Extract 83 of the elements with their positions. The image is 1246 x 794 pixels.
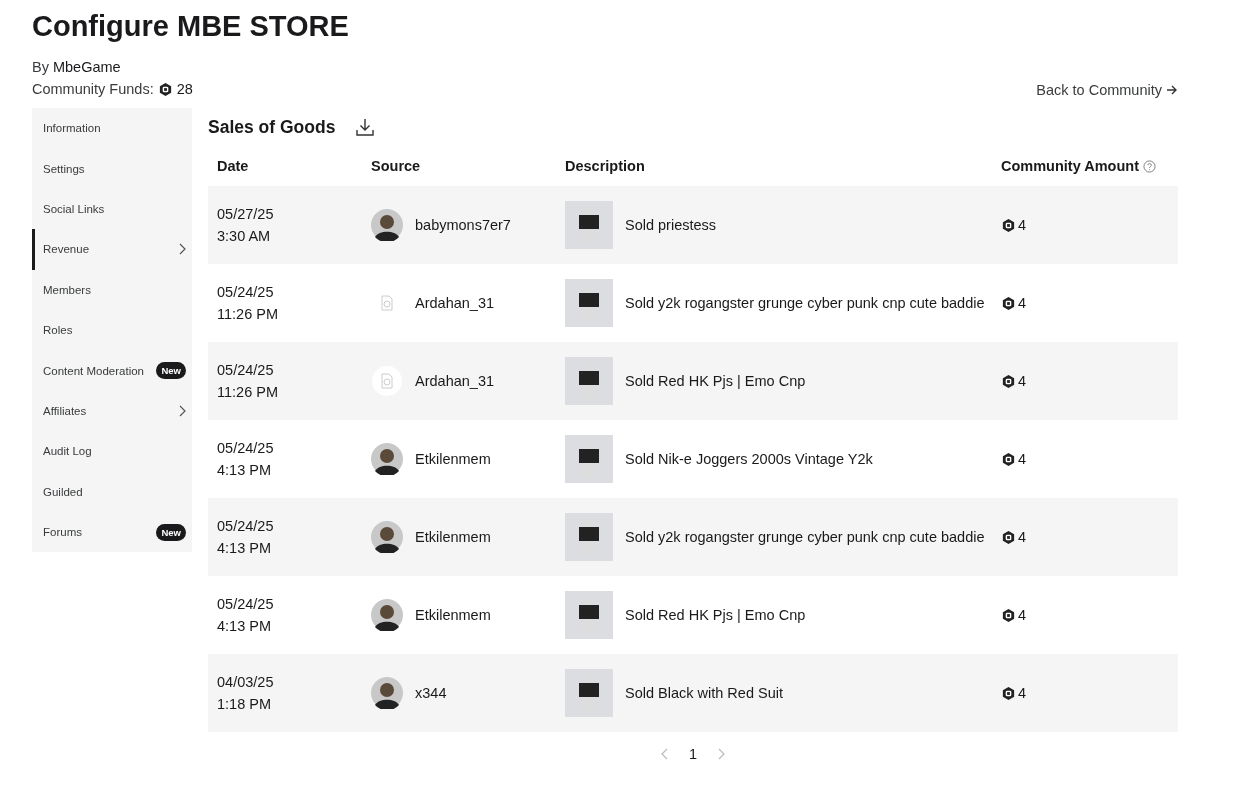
source-user-link[interactable]: Ardahan_31 [415, 295, 494, 311]
amount-value: 4 [1018, 529, 1027, 545]
time-cell-text: 1:18 PM [217, 695, 272, 714]
source-user-link[interactable]: Etkilenmem [415, 607, 491, 623]
funds-label: Community Funds: [32, 80, 154, 99]
avatar-icon [371, 521, 403, 553]
source-user-link[interactable]: babymons7er7 [415, 217, 511, 233]
date-cell-text: 05/24/25 [217, 283, 275, 302]
source-user-link[interactable]: Etkilenmem [415, 451, 491, 467]
amount-value: 4 [1018, 685, 1027, 701]
date-cell-text: 05/24/25 [217, 517, 275, 536]
date-cell-text: 05/24/25 [217, 361, 275, 380]
item-thumbnail[interactable] [565, 357, 613, 405]
currency-icon [1001, 217, 1016, 233]
sidebar-item[interactable]: Information [32, 108, 192, 149]
download-icon[interactable] [355, 117, 376, 137]
currency-icon [1001, 451, 1016, 467]
amount-value: 4 [1018, 607, 1027, 623]
column-header: Community Amount [1001, 158, 1139, 174]
sidebar-item[interactable]: Settings [32, 148, 192, 189]
column-header: Date [217, 158, 249, 174]
sidebar-item[interactable]: Content Moderation New [32, 350, 192, 391]
avatar-icon [371, 677, 403, 709]
item-thumbnail[interactable] [565, 591, 613, 639]
date-cell-text: 05/27/25 [217, 205, 275, 224]
page-title: Configure MBE STORE [32, 9, 350, 44]
description-text: Sold Black with Red Suit [625, 684, 783, 703]
sidebar-item[interactable]: Roles [32, 309, 192, 351]
avatar-icon [371, 599, 403, 631]
description-text: Sold priestess [625, 216, 717, 235]
sidebar-item[interactable]: Audit Log [32, 431, 192, 472]
currency-icon [1001, 373, 1016, 389]
amount-value: 4 [1018, 373, 1027, 389]
time-cell-text: 4:13 PM [217, 617, 272, 636]
time-cell-text: 4:13 PM [217, 461, 272, 480]
sidebar-item[interactable]: Revenue [32, 229, 192, 270]
broken-image-icon [371, 365, 403, 397]
sidebar-item[interactable]: Guilded [32, 471, 192, 512]
back-link[interactable]: Back to Community [1036, 82, 1178, 98]
avatar-icon [371, 209, 403, 241]
amount-value: 4 [1018, 451, 1027, 467]
item-thumbnail[interactable] [565, 513, 613, 561]
currency-icon [1001, 529, 1016, 545]
owner-link[interactable]: MbeGame [52, 56, 121, 78]
column-header: Description [565, 158, 645, 174]
section-title: Sales of Goods [208, 116, 336, 138]
time-cell-text: 11:26 PM [217, 383, 279, 402]
column-header: Source [371, 158, 421, 174]
sidebar-item[interactable]: Social Links [32, 188, 192, 230]
source-user-link[interactable]: x344 [415, 685, 447, 701]
item-thumbnail[interactable] [565, 435, 613, 483]
item-thumbnail[interactable] [565, 279, 613, 327]
date-cell-text: 05/24/25 [217, 439, 275, 458]
new-badge: New [156, 523, 186, 541]
currency-icon [1001, 295, 1016, 311]
description-text: Sold Red HK Pjs | Emo Cnp [625, 372, 806, 391]
currency-icon [1001, 685, 1016, 701]
arrow-right-icon [1166, 84, 1178, 96]
amount-value: 4 [1018, 295, 1027, 311]
sidebar-item[interactable]: Affiliates [32, 390, 192, 432]
item-thumbnail[interactable] [565, 669, 613, 717]
sidebar-item[interactable]: Members [32, 269, 192, 310]
by-label: By [32, 58, 49, 77]
item-thumbnail[interactable] [565, 201, 613, 249]
amount-value: 4 [1018, 217, 1027, 233]
date-cell-text: 04/03/25 [217, 673, 275, 692]
date-cell-text: 05/24/25 [217, 595, 275, 614]
sidebar-item[interactable]: Forums New [32, 511, 192, 553]
time-cell-text: 3:30 AM [217, 227, 272, 246]
avatar-icon [371, 443, 403, 475]
new-badge: New [156, 362, 186, 380]
description-text: Sold Red HK Pjs | Emo Cnp [625, 606, 806, 625]
source-user-link[interactable]: Ardahan_31 [415, 373, 494, 389]
source-user-link[interactable]: Etkilenmem [415, 529, 491, 545]
description-text: Sold Nik-e Joggers 2000s Vintage Y2k [625, 450, 873, 469]
currency-icon [1001, 607, 1016, 623]
description-text: Sold y2k rogangster grunge cyber punk cnp cute baddie [625, 294, 985, 313]
funds-amount: 28 [176, 80, 193, 99]
description-text: Sold y2k rogangster grunge cyber punk cnp cute baddie [625, 528, 985, 547]
currency-icon [157, 81, 173, 97]
page-number[interactable]: 1 [688, 746, 698, 762]
time-cell-text: 4:13 PM [217, 539, 272, 558]
time-cell-text: 11:26 PM [217, 305, 279, 324]
